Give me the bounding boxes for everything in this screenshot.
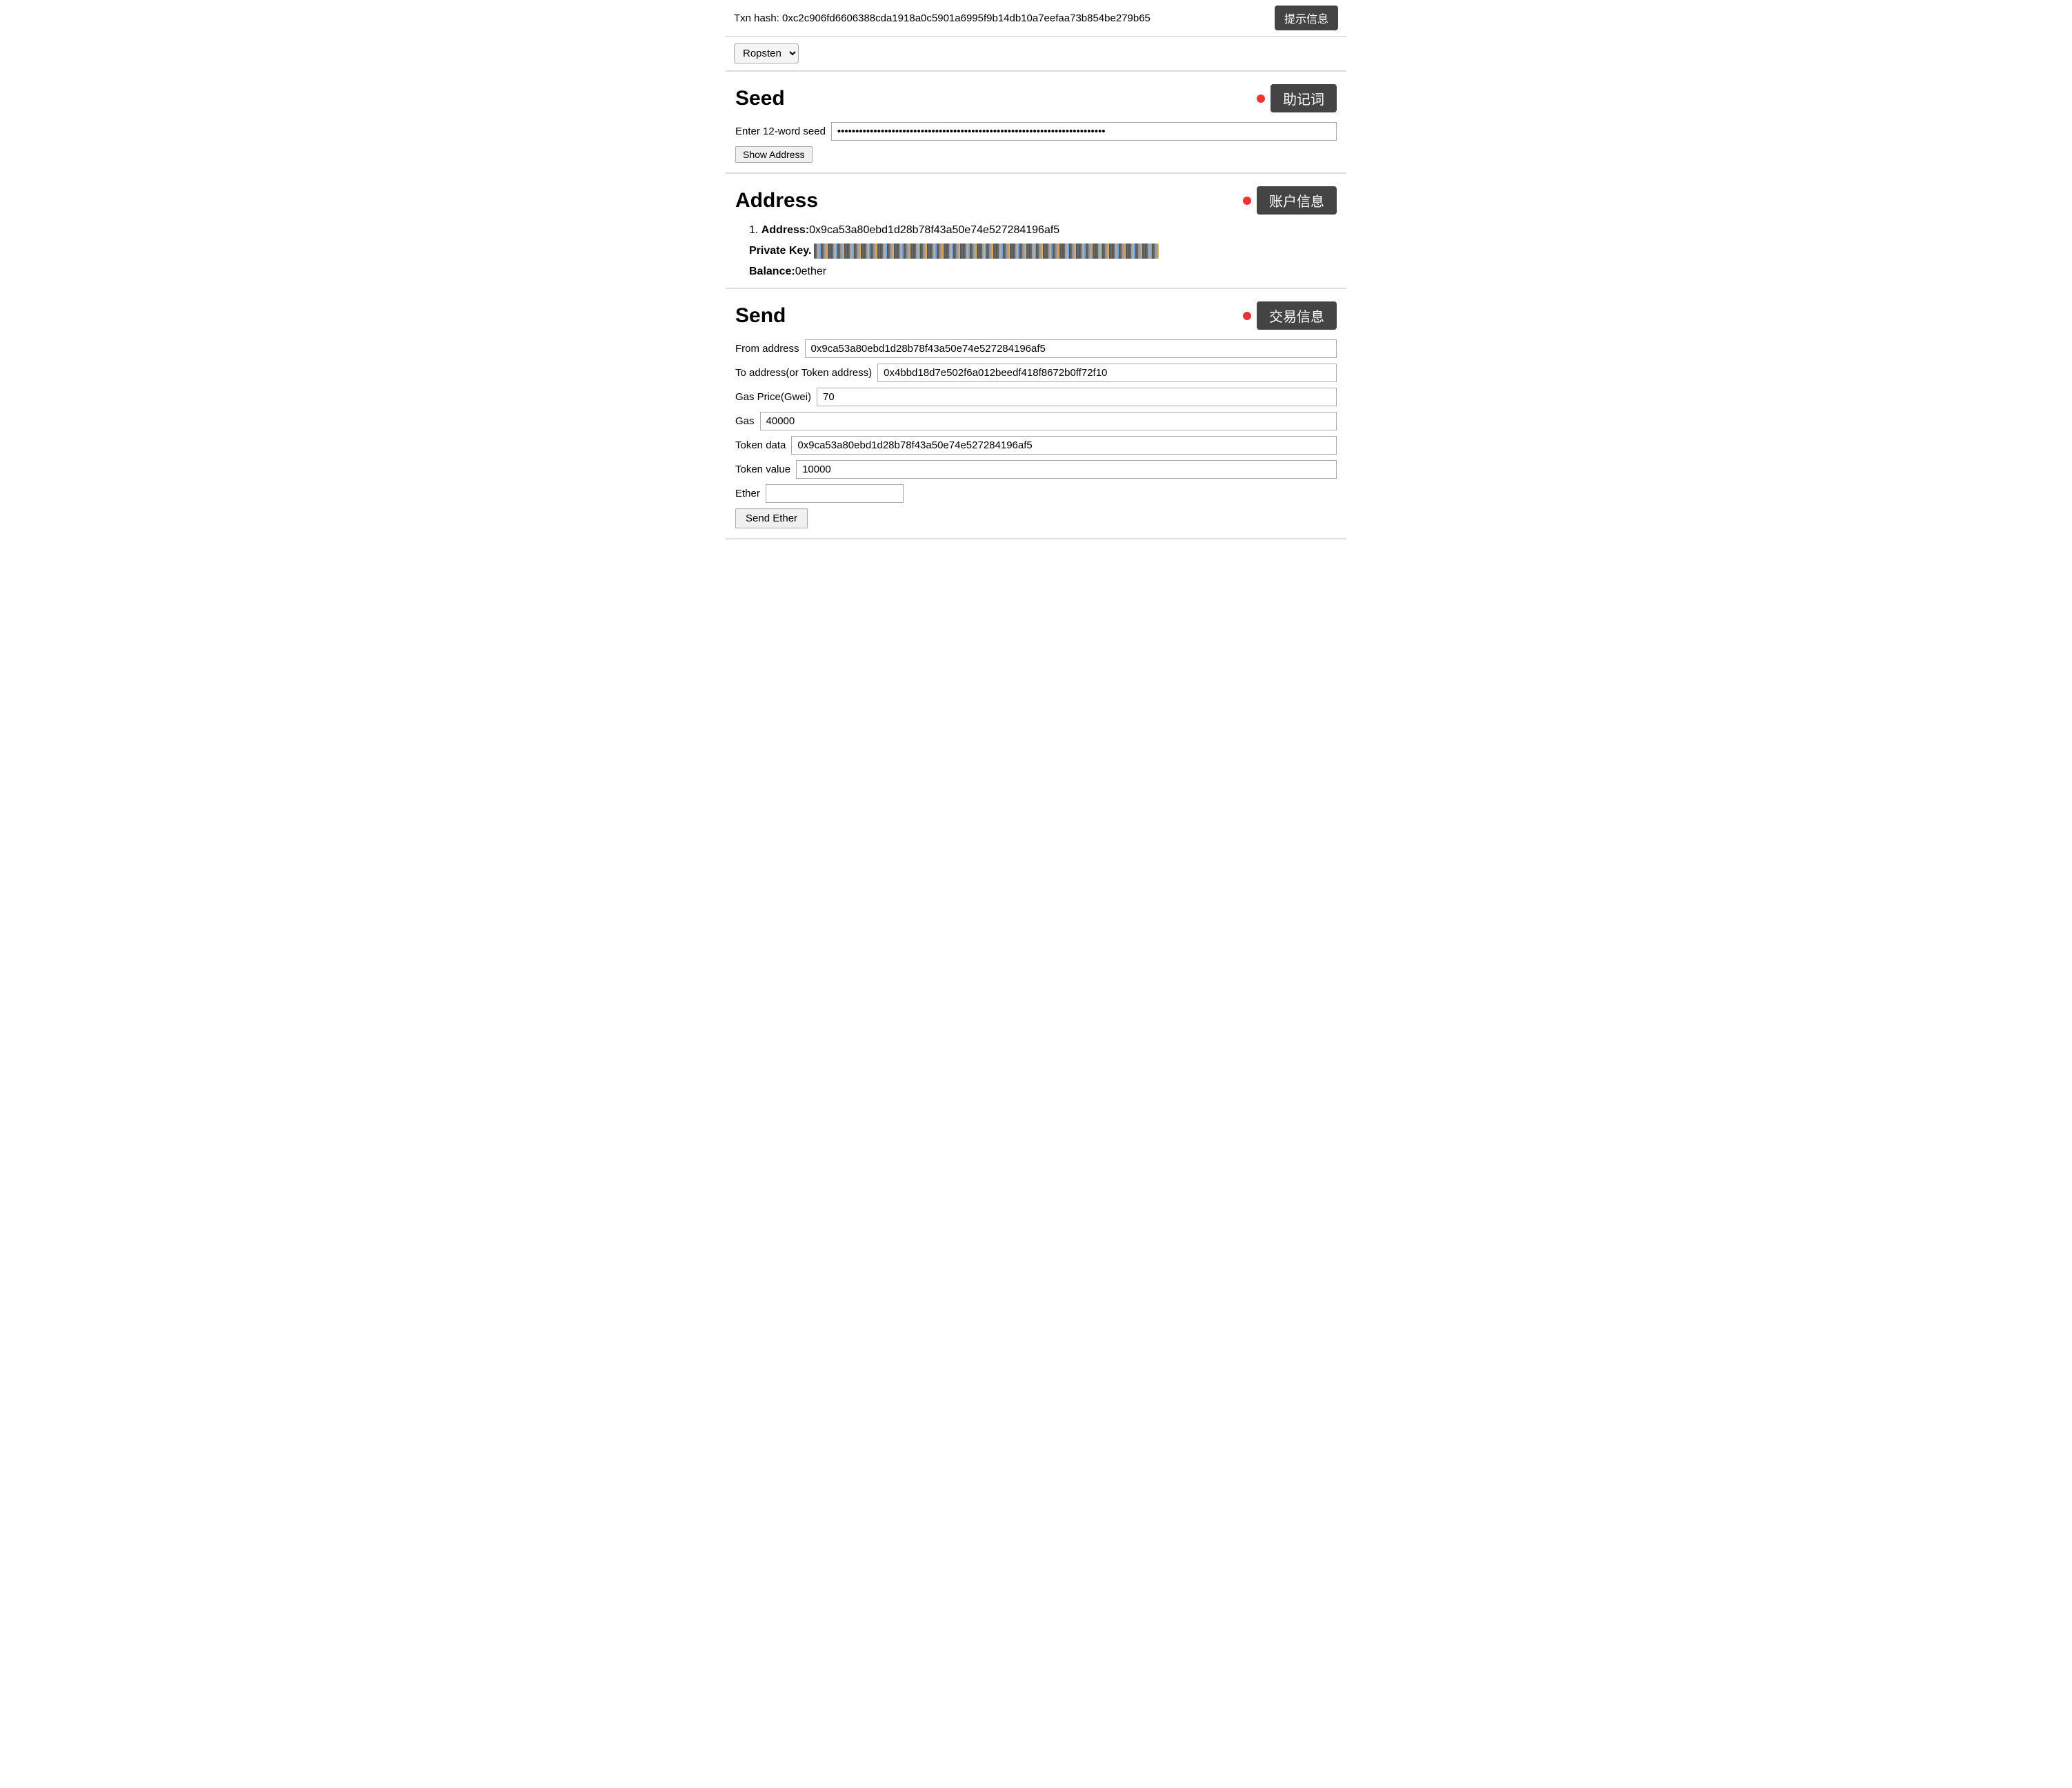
gas-price-row: Gas Price(Gwei) <box>735 388 1337 406</box>
address-section-title: Address <box>735 189 818 212</box>
network-bar: Ropsten Mainnet Kovan Rinkeby <box>726 37 1346 72</box>
address-value: 0x9ca53a80ebd1d28b78f43a50e74e527284196a… <box>809 224 1059 236</box>
token-data-row: Token data <box>735 436 1337 455</box>
address-section: Address 账户信息 1. Address:0x9ca53a80ebd1d2… <box>726 174 1346 289</box>
address-badge: 账户信息 <box>1257 186 1337 215</box>
send-section: Send 交易信息 From address To address(or Tok… <box>726 289 1346 539</box>
show-address-button[interactable]: Show Address <box>735 146 813 163</box>
to-address-row: To address(or Token address) <box>735 364 1337 382</box>
seed-section-title: Seed <box>735 87 785 110</box>
gas-label: Gas <box>735 415 755 427</box>
send-badge: 交易信息 <box>1257 301 1337 330</box>
token-value-row: Token value <box>735 460 1337 479</box>
address-line: 1. Address:0x9ca53a80ebd1d28b78f43a50e74… <box>749 224 1337 237</box>
network-select[interactable]: Ropsten Mainnet Kovan Rinkeby <box>734 43 799 63</box>
txn-hash-text: Txn hash: 0xc2c906fd6606388cda1918a0c590… <box>734 12 1268 24</box>
gas-row: Gas <box>735 412 1337 430</box>
send-ether-button[interactable]: Send Ether <box>735 508 808 528</box>
send-btn-row: Send Ether <box>735 508 1337 528</box>
to-address-label: To address(or Token address) <box>735 367 872 379</box>
address-red-dot <box>1243 197 1251 205</box>
seed-badge-group: 助记词 <box>1257 84 1337 112</box>
seed-red-dot <box>1257 95 1265 103</box>
send-section-title: Send <box>735 304 786 328</box>
private-key-blurred <box>814 244 1159 259</box>
seed-section: Seed 助记词 Enter 12-word seed Show Address <box>726 72 1346 174</box>
from-address-input[interactable] <box>805 339 1337 358</box>
from-address-row: From address <box>735 339 1337 358</box>
balance-value: 0ether <box>795 266 826 277</box>
send-section-header: Send 交易信息 <box>735 301 1337 330</box>
from-address-label: From address <box>735 343 799 355</box>
send-badge-group: 交易信息 <box>1243 301 1337 330</box>
send-red-dot <box>1243 312 1251 320</box>
private-key-label: Private Key. <box>749 245 811 257</box>
ether-label: Ether <box>735 488 760 499</box>
send-form: From address To address(or Token address… <box>735 339 1337 528</box>
balance-line: Balance:0ether <box>749 266 1337 278</box>
gas-input[interactable] <box>760 412 1337 430</box>
ether-input[interactable] <box>766 484 904 503</box>
address-label: Address: <box>761 224 809 236</box>
token-value-input[interactable] <box>796 460 1337 479</box>
address-badge-group: 账户信息 <box>1243 186 1337 215</box>
seed-input[interactable] <box>831 122 1337 141</box>
txn-hash-tooltip-badge: 提示信息 <box>1275 6 1338 30</box>
seed-badge: 助记词 <box>1271 84 1337 112</box>
gas-price-label: Gas Price(Gwei) <box>735 391 811 403</box>
seed-section-header: Seed 助记词 <box>735 84 1337 112</box>
seed-input-label: Enter 12-word seed <box>735 126 826 137</box>
token-data-input[interactable] <box>791 436 1337 455</box>
private-key-line: Private Key. <box>749 244 1337 259</box>
to-address-input[interactable] <box>877 364 1337 382</box>
address-item-1: 1. Address:0x9ca53a80ebd1d28b78f43a50e74… <box>749 224 1337 278</box>
gas-price-input[interactable] <box>817 388 1337 406</box>
balance-label: Balance: <box>749 266 795 277</box>
ether-row: Ether <box>735 484 1337 503</box>
address-index: 1. <box>749 224 761 236</box>
token-value-label: Token value <box>735 464 790 475</box>
txn-hash-bar: Txn hash: 0xc2c906fd6606388cda1918a0c590… <box>726 0 1346 37</box>
seed-input-row: Enter 12-word seed <box>735 122 1337 141</box>
token-data-label: Token data <box>735 439 786 451</box>
address-section-header: Address 账户信息 <box>735 186 1337 215</box>
